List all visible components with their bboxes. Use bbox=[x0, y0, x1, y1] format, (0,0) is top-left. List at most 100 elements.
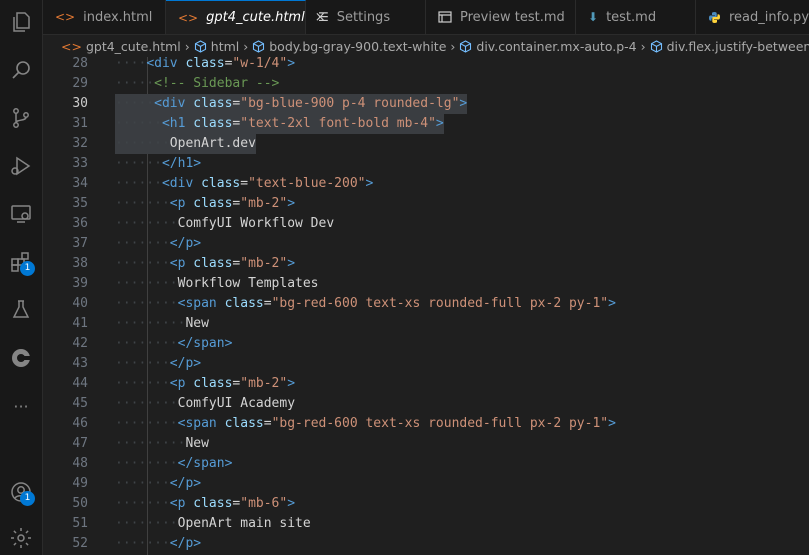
code-token: </p> bbox=[169, 236, 202, 251]
code-token: </span> bbox=[177, 336, 233, 351]
code-line[interactable]: 47 ·········New bbox=[43, 434, 809, 454]
code-token: ········ bbox=[115, 456, 178, 471]
copilot-icon[interactable] bbox=[5, 342, 37, 374]
explorer-icon[interactable] bbox=[5, 6, 37, 38]
code-token: "text-2xl font-bold mb-4" bbox=[240, 116, 436, 131]
tab-read-info-py[interactable]: read_info.py bbox=[696, 0, 809, 34]
code-token: ········· bbox=[115, 316, 186, 331]
code-token: = bbox=[263, 296, 272, 311]
code-text: ·······<p class="mb-2"> bbox=[115, 254, 295, 274]
code-token: ComfyUI Workflow Dev bbox=[177, 216, 335, 231]
settings-gear-icon[interactable] bbox=[5, 522, 37, 554]
code-token: class bbox=[193, 116, 233, 131]
code-token: </p> bbox=[169, 536, 202, 551]
code-token: <!-- Sidebar --> bbox=[154, 76, 280, 91]
extensions-icon[interactable]: 1 bbox=[5, 246, 37, 278]
code-line[interactable]: 50 ·······<p class="mb-6"> bbox=[43, 494, 809, 514]
code-token: New bbox=[185, 436, 209, 451]
code-line[interactable]: 43 ·······</p> bbox=[43, 354, 809, 374]
line-number: 33 bbox=[72, 156, 88, 171]
search-icon[interactable] bbox=[5, 54, 37, 86]
code-token: <p bbox=[169, 196, 194, 211]
code-line[interactable]: 30 ·····<div class="bg-blue-900 p-4 round… bbox=[43, 94, 809, 114]
run-debug-icon[interactable] bbox=[5, 150, 37, 182]
code-text: ·······<p class="mb-2"> bbox=[115, 194, 295, 214]
code-token: ······· bbox=[115, 536, 170, 551]
code-line[interactable]: 39 ········Workflow Templates bbox=[43, 274, 809, 294]
code-text: ········<span class="bg-red-600 text-xs … bbox=[115, 414, 616, 434]
code-line[interactable]: 45 ········ComfyUI Academy bbox=[43, 394, 809, 414]
code-line[interactable]: 44 ·······<p class="mb-2"> bbox=[43, 374, 809, 394]
code-line[interactable]: 49 ·······</p> bbox=[43, 474, 809, 494]
tab-gpt4-cute-html[interactable]: <> gpt4_cute.html × bbox=[166, 0, 326, 34]
code-token: ······· bbox=[115, 356, 170, 371]
line-number: 44 bbox=[72, 376, 88, 391]
code-token: class bbox=[193, 196, 233, 211]
remote-explorer-icon[interactable] bbox=[5, 198, 37, 230]
code-token: "text-blue-200" bbox=[248, 176, 366, 191]
code-text: ·········New bbox=[115, 314, 209, 334]
code-token: ········ bbox=[115, 336, 178, 351]
code-text: ·······<p class="mb-6"> bbox=[115, 494, 295, 514]
code-line[interactable]: 36 ········ComfyUI Workflow Dev bbox=[43, 214, 809, 234]
code-token: <span bbox=[177, 416, 225, 431]
tab-index-html[interactable]: <> index.html bbox=[43, 0, 166, 34]
breadcrumb-item-container[interactable]: div.container.mx-auto.p-4 bbox=[459, 39, 637, 54]
code-token: > bbox=[459, 96, 468, 111]
line-number: 30 bbox=[72, 96, 88, 111]
code-token: > bbox=[608, 296, 616, 311]
code-line[interactable]: 37 ·······</p> bbox=[43, 234, 809, 254]
line-number: 41 bbox=[72, 316, 88, 331]
tab-test-md[interactable]: ⬇ test.md bbox=[576, 0, 696, 34]
line-number: 40 bbox=[72, 296, 88, 311]
code-token: ········ bbox=[115, 216, 178, 231]
code-token: </p> bbox=[169, 356, 202, 371]
breadcrumb-item-flex[interactable]: div.flex.justify-between.items- bbox=[650, 39, 809, 54]
source-control-icon[interactable] bbox=[5, 102, 37, 134]
chevron-right-icon: › bbox=[184, 38, 190, 54]
breadcrumb-item-file[interactable]: <> gpt4_cute.html bbox=[61, 39, 181, 54]
code-line[interactable]: 29 ·····<!-- Sidebar --> bbox=[43, 74, 809, 94]
line-number: 50 bbox=[72, 496, 88, 511]
code-token: <p bbox=[169, 496, 194, 511]
activity-bar: 1 ··· 1 bbox=[0, 0, 43, 555]
code-line[interactable]: 51 ········OpenArt main site bbox=[43, 514, 809, 534]
code-line[interactable]: 41 ·········New bbox=[43, 314, 809, 334]
code-line[interactable]: 32 ·······OpenArt.dev bbox=[43, 134, 809, 154]
code-line[interactable]: 38 ·······<p class="mb-2"> bbox=[43, 254, 809, 274]
code-line[interactable]: 35 ·······<p class="mb-2"> bbox=[43, 194, 809, 214]
line-number: 37 bbox=[72, 236, 88, 251]
code-line[interactable]: 34 ······<div class="text-blue-200"> bbox=[43, 174, 809, 194]
code-token: ········ bbox=[115, 396, 178, 411]
breadcrumb-item-html[interactable]: html bbox=[194, 39, 239, 54]
line-number: 31 bbox=[72, 116, 88, 131]
html-icon: <> bbox=[55, 10, 76, 24]
code-editor[interactable]: 28 ····<div class="w-1/4"> 29 ·····<!-- Sid… bbox=[43, 57, 809, 555]
accounts-icon[interactable]: 1 bbox=[5, 476, 37, 508]
code-token: class bbox=[224, 296, 264, 311]
code-line[interactable]: 46 ········<span class="bg-red-600 text-x… bbox=[43, 414, 809, 434]
more-icon[interactable]: ··· bbox=[5, 390, 37, 422]
code-line[interactable]: 28 ····<div class="w-1/4"> bbox=[43, 57, 809, 74]
code-token: "mb-2" bbox=[240, 196, 288, 211]
breadcrumb-item-body[interactable]: body.bg-gray-900.text-white bbox=[252, 39, 446, 54]
code-line[interactable]: 33 ······</h1> bbox=[43, 154, 809, 174]
code-line[interactable]: 40 ········<span class="bg-red-600 text-x… bbox=[43, 294, 809, 314]
code-line[interactable]: 42 ········</span> bbox=[43, 334, 809, 354]
tab-settings[interactable]: ☰ Settings bbox=[306, 0, 426, 34]
code-line[interactable]: 48 ········</span> bbox=[43, 454, 809, 474]
code-token: "w-1/4" bbox=[232, 57, 288, 71]
code-token: <div bbox=[154, 96, 194, 111]
code-token: class bbox=[224, 416, 264, 431]
testing-flask-icon[interactable] bbox=[5, 294, 37, 326]
code-line[interactable]: 31 ······<h1 class="text-2xl font-bold mb… bbox=[43, 114, 809, 134]
code-token: class bbox=[193, 376, 233, 391]
line-number: 32 bbox=[72, 136, 88, 151]
code-token: ······· bbox=[115, 476, 170, 491]
line-number: 29 bbox=[72, 76, 88, 91]
code-line[interactable]: 52 ·······</p> bbox=[43, 534, 809, 554]
code-token: Workflow Templates bbox=[177, 276, 319, 291]
element-icon bbox=[650, 39, 663, 53]
tab-preview-test-md[interactable]: Preview test.md bbox=[426, 0, 576, 34]
code-token: > bbox=[287, 376, 296, 391]
